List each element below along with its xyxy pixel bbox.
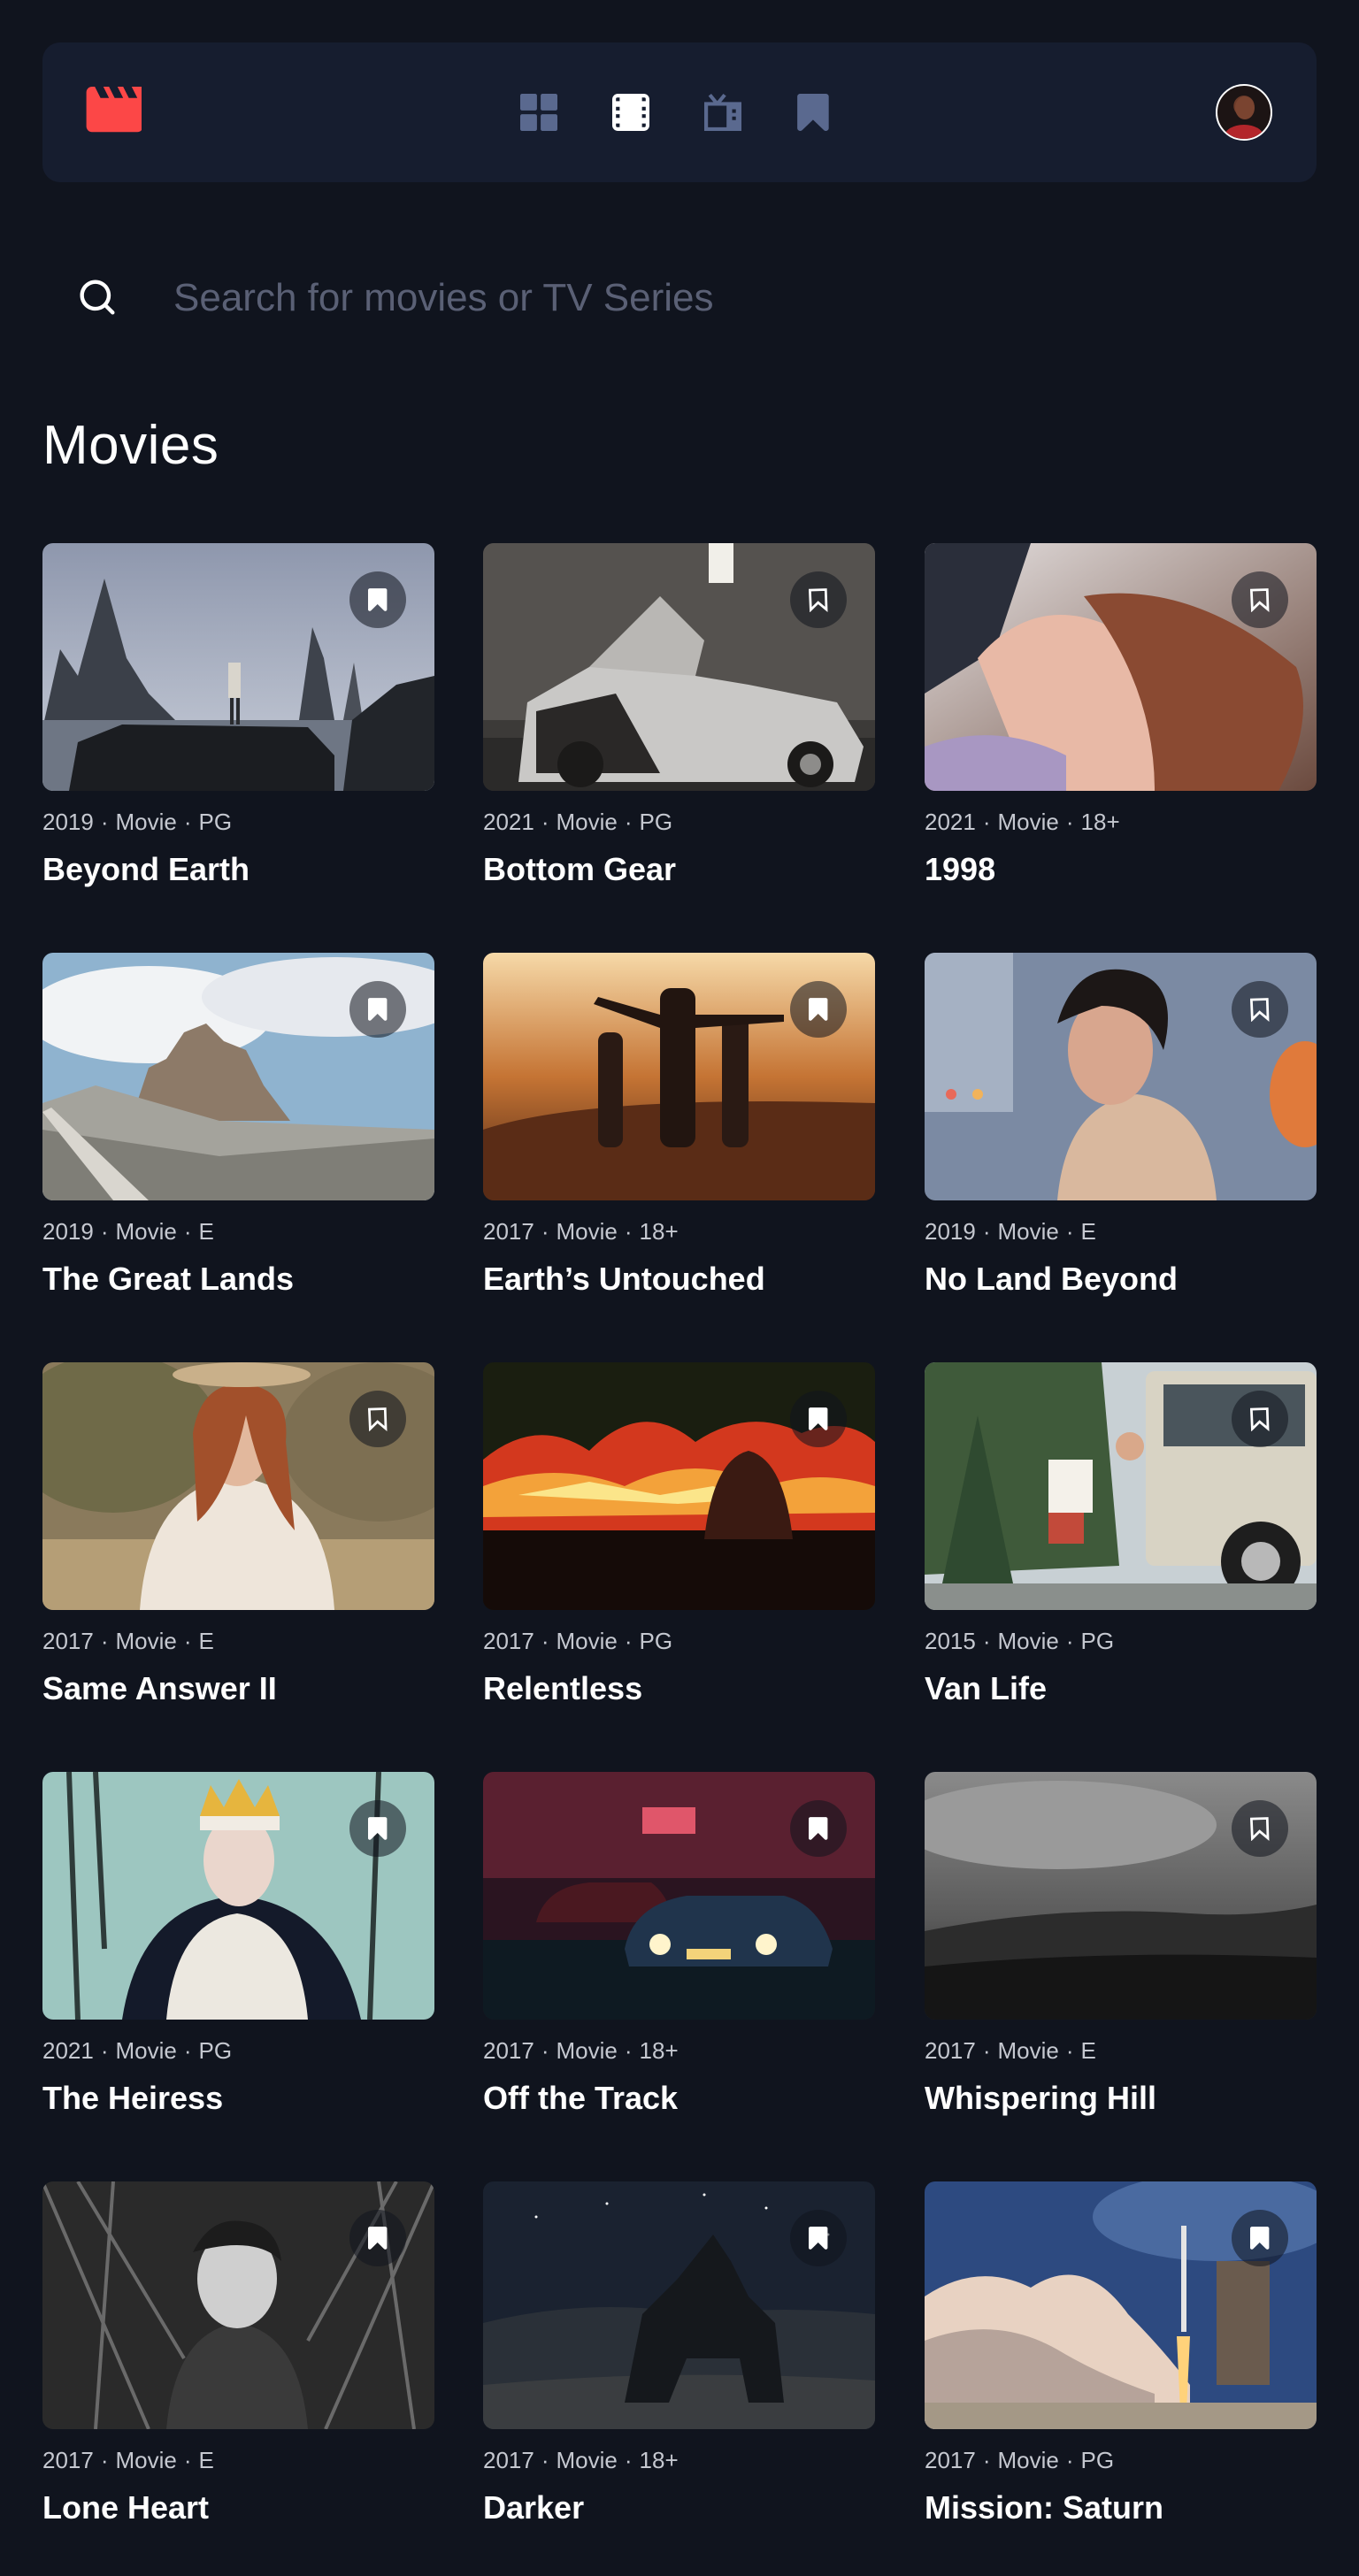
bookmark-icon[interactable]	[795, 94, 832, 131]
movie-title: 1998	[925, 851, 996, 887]
movie-card[interactable]: 2017 · Movie · PG Mission: Saturn	[925, 2181, 1317, 2535]
search-input[interactable]	[172, 271, 1193, 326]
bookmark-empty-icon	[809, 588, 828, 612]
movie-meta: 2017 · Movie · E	[42, 1628, 214, 1654]
movie-title: Lone Heart	[42, 2489, 210, 2526]
bookmark-full-icon	[368, 1817, 388, 1840]
bookmark-button[interactable]	[1232, 981, 1288, 1038]
movie-card[interactable]: 2015 · Movie · PG Van Life	[925, 1362, 1317, 1716]
grid-icon[interactable]	[520, 94, 557, 131]
bookmark-button[interactable]	[790, 2210, 847, 2266]
bookmark-button[interactable]	[349, 1800, 406, 1857]
movie-meta: 2019 · Movie · PG	[42, 809, 233, 835]
bookmark-button[interactable]	[1232, 571, 1288, 628]
movie-card[interactable]: 2019 · Movie · E The Great Lands	[42, 953, 434, 1307]
movie-card[interactable]: 2021 · Movie · PG The Heiress	[42, 1772, 434, 2126]
movie-meta: 2017 · Movie · 18+	[483, 2037, 679, 2064]
bookmark-full-icon	[809, 1407, 828, 1430]
movie-card[interactable]: 2019 · Movie · E No Land Beyond	[925, 953, 1317, 1307]
avatar[interactable]	[1216, 84, 1272, 141]
movie-meta: 2019 · Movie · E	[42, 1218, 214, 1245]
search-icon	[80, 280, 115, 315]
movie-meta: 2017 · Movie · PG	[483, 1628, 673, 1654]
movie-card[interactable]: 2017 · Movie · PG Relentless	[483, 1362, 875, 1716]
film-icon[interactable]	[612, 94, 649, 131]
movie-card[interactable]: 2017 · Movie · 18+ Darker	[483, 2181, 875, 2535]
bookmark-button[interactable]	[790, 571, 847, 628]
bookmark-button[interactable]	[349, 981, 406, 1038]
movie-card[interactable]: 2021 · Movie · PG Bottom Gear	[483, 543, 875, 897]
movie-meta: 2021 · Movie · PG	[483, 809, 673, 835]
bookmark-button[interactable]	[790, 981, 847, 1038]
movie-meta: 2017 · Movie · PG	[925, 2447, 1115, 2473]
tv-icon[interactable]	[704, 94, 741, 131]
bookmark-full-icon	[809, 998, 828, 1021]
movie-meta: 2015 · Movie · PG	[925, 1628, 1115, 1654]
movie-title: The Heiress	[42, 2080, 224, 2116]
bookmark-button[interactable]	[790, 1800, 847, 1857]
movie-card[interactable]: 2017 · Movie · 18+ Off the Track	[483, 1772, 875, 2126]
bookmark-empty-icon	[1250, 588, 1270, 612]
bookmark-button[interactable]	[349, 2210, 406, 2266]
bookmark-full-icon	[809, 1817, 828, 1840]
movie-title: Same Answer II	[42, 1670, 277, 1706]
movie-meta: 2021 · Movie · PG	[42, 2037, 233, 2064]
movie-meta: 2017 · Movie · 18+	[483, 2447, 679, 2473]
movie-title: Whispering Hill	[925, 2080, 1157, 2116]
movie-meta: 2019 · Movie · E	[925, 1218, 1096, 1245]
bookmark-empty-icon	[1250, 1817, 1270, 1841]
clapperboard-icon[interactable]	[85, 87, 142, 138]
movie-card[interactable]: 2017 · Movie · E Lone Heart	[42, 2181, 434, 2535]
bookmark-button[interactable]	[1232, 2210, 1288, 2266]
movie-title: No Land Beyond	[925, 1261, 1178, 1297]
movie-card[interactable]: 2019 · Movie · PG Beyond Earth	[42, 543, 434, 897]
bookmark-full-icon	[809, 2227, 828, 2250]
movie-card[interactable]: 2017 · Movie · 18+ Earth’s Untouched	[483, 953, 875, 1307]
bookmark-button[interactable]	[1232, 1800, 1288, 1857]
movie-meta: 2017 · Movie · E	[925, 2037, 1096, 2064]
movie-title: Van Life	[925, 1670, 1048, 1706]
bookmark-empty-icon	[368, 1407, 388, 1431]
search-bar	[74, 265, 1225, 327]
movie-title: Bottom Gear	[483, 851, 677, 887]
bookmark-full-icon	[368, 998, 388, 1021]
movie-title: Beyond Earth	[42, 851, 250, 887]
movie-title: Off the Track	[483, 2080, 679, 2116]
page-title: Movies	[42, 415, 219, 476]
movie-title: The Great Lands	[42, 1261, 295, 1297]
bookmark-empty-icon	[1250, 998, 1270, 1022]
bookmark-button[interactable]	[349, 1391, 406, 1447]
movie-card[interactable]: 2021 · Movie · 18+ 1998	[925, 543, 1317, 897]
bookmark-full-icon	[368, 588, 388, 611]
bookmark-button[interactable]	[1232, 1391, 1288, 1447]
bookmark-button[interactable]	[349, 571, 406, 628]
movie-card[interactable]: 2017 · Movie · E Whispering Hill	[925, 1772, 1317, 2126]
movie-title: Relentless	[483, 1670, 643, 1706]
movie-meta: 2021 · Movie · 18+	[925, 809, 1120, 835]
bookmark-empty-icon	[1250, 1407, 1270, 1431]
movie-title: Mission: Saturn	[925, 2489, 1164, 2526]
bookmark-button[interactable]	[790, 1391, 847, 1447]
movie-title: Earth’s Untouched	[483, 1261, 765, 1297]
app-page: Movies 2019·Movi	[0, 0, 1359, 2576]
movie-meta: 2017 · Movie · 18+	[483, 1218, 679, 1245]
top-navbar	[42, 42, 1317, 182]
movie-meta: 2017 · Movie · E	[42, 2447, 214, 2473]
bookmark-full-icon	[1250, 2227, 1270, 2250]
movie-card[interactable]: 2017 · Movie · E Same Answer II	[42, 1362, 434, 1716]
movie-title: Darker	[483, 2489, 585, 2526]
avatar-shoulders	[1225, 125, 1263, 139]
avatar-face	[1235, 96, 1255, 119]
bookmark-full-icon	[368, 2227, 388, 2250]
